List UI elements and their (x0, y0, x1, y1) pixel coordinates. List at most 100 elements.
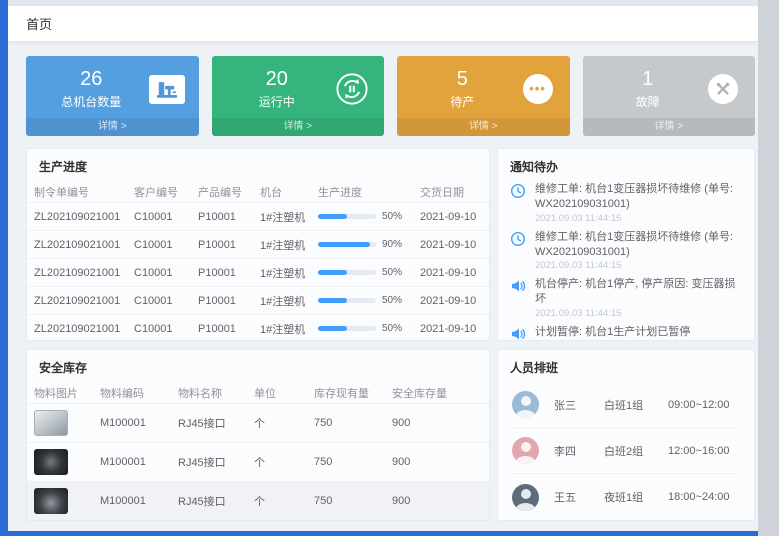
cell-material-name: RJ45接口 (178, 493, 254, 509)
topbar: 首页 (8, 6, 758, 42)
notification-time: 2021.09.03 11:44:15 (535, 308, 742, 319)
schedule-row[interactable]: 王五 夜班1组 18:00~24:00 (512, 474, 740, 520)
cell-stock: 750 (314, 495, 392, 507)
progress-bar (318, 214, 376, 219)
notification-item[interactable]: 计划暂停: 机台1生产计划已暂停 2021.09.03 11:44:15 (510, 325, 742, 341)
progress-bar (318, 326, 376, 331)
notification-body: 维修工单: 机台1变压器损坏待维修 (单号: WX202109031001) 2… (535, 230, 742, 272)
notification-item[interactable]: 维修工单: 机台1变压器损坏待维修 (单号: WX202109031001) 2… (510, 230, 742, 272)
avatar (512, 437, 539, 464)
cell-customer: C10001 (134, 323, 198, 335)
schedule-row[interactable]: 李四 白班2组 12:00~16:00 (512, 428, 740, 474)
inventory-table-body: M100001 RJ45接口 个 750 900 M100001 (27, 403, 489, 520)
shift-time: 09:00~12:00 (668, 399, 740, 411)
progress-bar (318, 270, 376, 275)
cell-customer: C10001 (134, 239, 198, 251)
cell-customer: C10001 (134, 295, 198, 307)
notification-text: 维修工单: 机台1变压器损坏待维修 (单号: WX202109031001) (535, 182, 742, 212)
avatar (512, 391, 539, 418)
inventory-table-header: 物料图片 物料编码 物料名称 单位 库存现有量 安全库存量 (27, 382, 489, 403)
material-image (34, 488, 68, 514)
cell-progress: 50% (318, 295, 420, 306)
notification-item[interactable]: 维修工单: 机台1变压器损坏待维修 (单号: WX202109031001) 2… (510, 182, 742, 224)
cell-machine: 1#注塑机 (260, 321, 318, 337)
stat-card-body: 5 待产 ••• (397, 56, 570, 118)
shift-group: 白班1组 (604, 397, 668, 413)
stat-total-machines-label: 总机台数量 (36, 93, 147, 110)
shift-group: 白班2组 (604, 443, 668, 459)
stat-fault-label: 故障 (593, 93, 704, 110)
production-row[interactable]: ZL202109021001 C10001 P10001 1#注塑机 90% 2… (27, 230, 489, 258)
col-progress: 生产进度 (318, 184, 420, 200)
tab-home[interactable]: 首页 (26, 14, 52, 33)
cell-unit: 个 (254, 454, 314, 470)
cell-progress: 50% (318, 323, 420, 334)
production-table-header: 制令单编号 客户编号 产品编号 机台 生产进度 交货日期 (27, 181, 489, 202)
progress-percent: 50% (382, 323, 402, 334)
schedule-list: 张三 白班1组 09:00~12:00 李四 白班2组 12:00~16:00 (498, 382, 754, 520)
schedule-panel: 人员排班 张三 白班1组 09:00~12:00 李四 (497, 349, 755, 521)
inventory-row[interactable]: M100001 RJ45接口 个 750 900 (27, 442, 489, 481)
notification-item[interactable]: 机台停产: 机台1停产, 停产原因: 变压器损坏 2021.09.03 11:4… (510, 277, 742, 319)
progress-bar (318, 242, 376, 247)
inventory-row[interactable]: M100001 RJ45接口 个 750 900 (27, 403, 489, 442)
col-safety-stock: 安全库存量 (392, 385, 482, 401)
col-material-name: 物料名称 (178, 385, 254, 401)
stat-card-standby[interactable]: 5 待产 ••• 详情 > (397, 56, 570, 136)
notification-body: 维修工单: 机台1变压器损坏待维修 (单号: WX202109031001) 2… (535, 182, 742, 224)
col-stock: 库存现有量 (314, 385, 392, 401)
cell-order: ZL202109021001 (34, 295, 134, 307)
stat-card-total-machines[interactable]: 26 总机台数量 (26, 56, 199, 136)
cell-product: P10001 (198, 211, 260, 223)
progress-bar-fill (318, 270, 347, 275)
stat-total-machines-detail-link[interactable]: 详情 > (26, 118, 199, 136)
speaker-icon (510, 326, 527, 341)
stat-running-detail-link[interactable]: 详情 > (212, 118, 385, 136)
stat-total-machines-value: 26 (36, 68, 147, 90)
progress-percent: 50% (382, 267, 402, 278)
production-row[interactable]: ZL202109021001 C10001 P10001 1#注塑机 50% 2… (27, 202, 489, 230)
cell-material-code: M100001 (100, 417, 178, 429)
production-row[interactable]: ZL202109021001 C10001 P10001 1#注塑机 50% 2… (27, 314, 489, 341)
stat-card-fault[interactable]: 1 故障 (583, 56, 756, 136)
shift-group: 夜班1组 (604, 489, 668, 505)
stat-fault-detail-link[interactable]: 详情 > (583, 118, 756, 136)
cell-date: 2021-09-10 (420, 267, 482, 279)
clock-icon (510, 231, 527, 248)
cell-safety-stock: 900 (392, 417, 482, 429)
cell-unit: 个 (254, 493, 314, 509)
app-window: 首页 26 总机台数量 (8, 0, 758, 531)
cell-progress: 50% (318, 211, 420, 222)
avatar (512, 484, 539, 511)
stat-fault-value: 1 (593, 68, 704, 90)
production-row[interactable]: ZL202109021001 C10001 P10001 1#注塑机 50% 2… (27, 258, 489, 286)
inventory-panel: 安全库存 物料图片 物料编码 物料名称 单位 库存现有量 安全库存量 (26, 349, 490, 521)
notification-text: 计划暂停: 机台1生产计划已暂停 (535, 325, 690, 340)
notification-time: 2021.09.03 11:44:15 (535, 260, 742, 271)
cell-customer: C10001 (134, 211, 198, 223)
progress-bar-fill (318, 242, 370, 247)
inventory-row[interactable]: M100001 RJ45接口 个 750 900 (27, 481, 489, 520)
cell-unit: 个 (254, 415, 314, 431)
stat-standby-label: 待产 (407, 93, 518, 110)
speaker-icon (510, 278, 527, 295)
notifications-title: 通知待办 (498, 149, 754, 181)
cell-machine: 1#注塑机 (260, 293, 318, 309)
cell-product: P10001 (198, 267, 260, 279)
col-product: 产品编号 (198, 184, 260, 200)
running-icon (332, 71, 372, 107)
stat-standby-detail-link[interactable]: 详情 > (397, 118, 570, 136)
cell-material-name: RJ45接口 (178, 415, 254, 431)
stat-card-running[interactable]: 20 运行中 (212, 56, 385, 136)
col-machine: 机台 (260, 184, 318, 200)
schedule-title: 人员排班 (498, 350, 754, 382)
cell-material-image (34, 488, 100, 514)
schedule-row[interactable]: 张三 白班1组 09:00~12:00 (512, 382, 740, 428)
production-row[interactable]: ZL202109021001 C10001 P10001 1#注塑机 50% 2… (27, 286, 489, 314)
cell-safety-stock: 900 (392, 495, 482, 507)
cell-material-code: M100001 (100, 456, 178, 468)
cell-material-code: M100001 (100, 495, 178, 507)
progress-bar-fill (318, 298, 347, 303)
cell-machine: 1#注塑机 (260, 209, 318, 225)
notifications-list: 维修工单: 机台1变压器损坏待维修 (单号: WX202109031001) 2… (498, 181, 754, 341)
